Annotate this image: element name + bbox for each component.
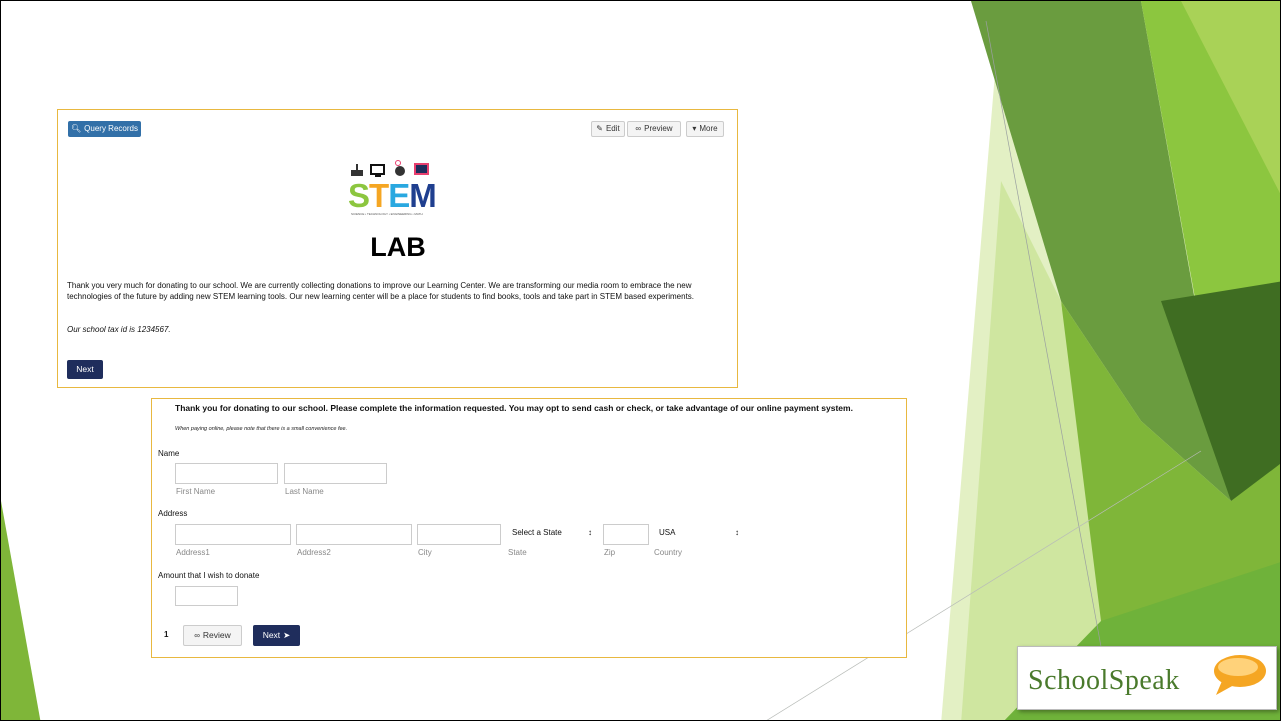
edit-button[interactable]: ✎ Edit [591, 121, 625, 137]
city-sublabel: City [418, 548, 432, 557]
first-name-input[interactable] [175, 463, 278, 484]
donation-intro-panel: 🔍︎ Query Records ✎ Edit ∞ Preview ▾ More [57, 109, 738, 388]
caret-down-icon: ▾ [692, 124, 697, 133]
glasses-icon: ∞ [635, 124, 642, 133]
glasses-icon: ∞ [194, 630, 200, 640]
country-select-value: USA [659, 527, 676, 537]
form-next-label: Next [262, 630, 281, 641]
intro-next-button[interactable]: Next [67, 360, 103, 379]
name-label: Name [158, 449, 180, 458]
stem-tagline: SCIENCE • TECHNOLOGY • ENGINEERING • MAT… [351, 212, 423, 216]
country-sublabel: Country [654, 548, 683, 557]
preview-label: Preview [644, 124, 673, 133]
address1-sublabel: Address1 [176, 548, 210, 557]
query-records-label: Query Records [84, 124, 138, 133]
review-button[interactable]: ∞ Review [183, 625, 242, 646]
amount-input[interactable] [175, 586, 238, 606]
more-button[interactable]: ▾ More [686, 121, 724, 137]
donation-form-panel: Thank you for donating to our school. Pl… [151, 398, 907, 658]
stem-wordmark: STEM [348, 177, 437, 214]
speech-bubble-icon [1214, 655, 1266, 695]
form-next-button[interactable]: Next ➤ [253, 625, 300, 646]
address2-input[interactable] [296, 524, 412, 545]
state-select[interactable]: Select a State ↕ [506, 524, 598, 540]
address1-input[interactable] [175, 524, 291, 545]
amount-label: Amount that I wish to donate [158, 571, 260, 580]
zip-input[interactable] [603, 524, 649, 545]
preview-button[interactable]: ∞ Preview [627, 121, 681, 137]
select-arrows-icon: ↕ [588, 527, 592, 537]
select-arrows-icon: ↕ [735, 527, 739, 537]
last-name-sublabel: Last Name [285, 487, 324, 496]
search-icon: 🔍︎ [71, 124, 82, 133]
page-number: 1 [164, 630, 169, 639]
arrow-circle-right-icon: ➤ [283, 630, 291, 641]
schoolspeak-logo: SchoolSpeak [1017, 646, 1277, 710]
intro-paragraph: Thank you very much for donating to our … [67, 281, 695, 301]
country-select[interactable]: USA ↕ [653, 524, 745, 540]
pencil-icon: ✎ [596, 124, 603, 133]
form-heading: Thank you for donating to our school. Pl… [175, 403, 853, 413]
city-input[interactable] [417, 524, 501, 545]
edit-label: Edit [605, 124, 620, 133]
tax-id-text: Our school tax id is 1234567. [67, 325, 171, 334]
schoolspeak-wordmark: SchoolSpeak [1028, 665, 1180, 696]
address2-sublabel: Address2 [297, 548, 331, 557]
more-label: More [699, 124, 718, 133]
address-label: Address [158, 509, 188, 518]
state-sublabel: State [508, 548, 527, 557]
query-records-button[interactable]: 🔍︎ Query Records [68, 121, 141, 137]
zip-sublabel: Zip [604, 548, 616, 557]
first-name-sublabel: First Name [176, 487, 216, 496]
last-name-input[interactable] [284, 463, 387, 484]
convenience-fee-note: When paying online, please note that the… [175, 426, 348, 432]
state-select-value: Select a State [512, 527, 562, 537]
slide: 🔍︎ Query Records ✎ Edit ∞ Preview ▾ More [0, 0, 1281, 721]
lab-heading: LAB [370, 232, 426, 262]
review-label: Review [202, 630, 231, 641]
